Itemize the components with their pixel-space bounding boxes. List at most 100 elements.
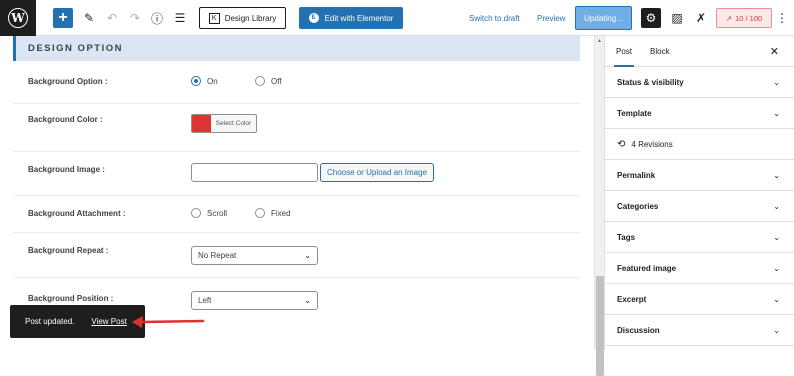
- revisions-clock-icon: ⟲: [617, 138, 626, 150]
- radio-label: Scroll: [207, 208, 228, 218]
- trend-icon: ↗: [725, 13, 733, 23]
- editor-scrollbar[interactable]: ▲: [594, 36, 604, 376]
- sidebar-tabs: Post Block ✕: [605, 36, 794, 67]
- seo-score-label: 10 / 100: [735, 13, 763, 23]
- settings-gear-icon[interactable]: ⚙: [641, 8, 661, 28]
- close-icon[interactable]: ✕: [770, 45, 779, 58]
- background-option-on-radio[interactable]: On: [191, 76, 218, 86]
- attachment-fixed-radio[interactable]: Fixed: [255, 208, 291, 218]
- panel-title: Template: [617, 108, 652, 118]
- background-repeat-label: Background Repeat :: [28, 246, 109, 255]
- wordpress-logo-icon: W: [8, 8, 28, 28]
- background-option-row: Background Option : On Off: [13, 61, 580, 104]
- wordpress-logo-button[interactable]: W: [0, 0, 36, 36]
- panel-title: Featured image: [617, 263, 677, 273]
- background-repeat-select[interactable]: No Repeat ⌄: [191, 246, 318, 265]
- view-post-link[interactable]: View Post: [91, 317, 126, 326]
- radio-label: On: [207, 76, 218, 86]
- panel-status-visibility[interactable]: Status & visibility ⌄: [605, 67, 794, 98]
- select-color-label: Select Color: [215, 120, 252, 127]
- switch-to-draft-button[interactable]: Switch to draft: [469, 8, 520, 28]
- panel-revisions[interactable]: ⟲ 4 Revisions: [605, 129, 794, 160]
- background-image-row: Background Image : Choose or Upload an I…: [13, 152, 580, 196]
- panel-title: Permalink: [617, 170, 656, 180]
- pencil-icon[interactable]: ✎: [80, 8, 98, 28]
- radio-unselected-icon: [191, 208, 201, 218]
- chevron-down-icon: ⌄: [773, 294, 780, 304]
- upload-image-button[interactable]: Choose or Upload an Image: [320, 163, 434, 182]
- info-icon[interactable]: ⓘ: [148, 8, 166, 28]
- panel-tags[interactable]: Tags ⌄: [605, 222, 794, 253]
- radio-label: Off: [271, 76, 282, 86]
- panel-title: Categories: [617, 201, 659, 211]
- radio-unselected-icon: [255, 208, 265, 218]
- settings-sidebar: Post Block ✕ Status & visibility ⌄ Templ…: [604, 36, 794, 350]
- radio-selected-icon: [191, 76, 201, 86]
- design-library-button[interactable]: K Design Library: [199, 7, 286, 29]
- rank-math-icon[interactable]: ✗: [692, 8, 710, 28]
- scrollbar-thumb[interactable]: [596, 276, 604, 376]
- editor-canvas: DESIGN OPTION Background Option : On Off…: [0, 36, 594, 350]
- select-value: Left: [198, 296, 212, 305]
- panel-discussion[interactable]: Discussion ⌄: [605, 315, 794, 346]
- chevron-down-icon: ⌄: [304, 296, 311, 305]
- preview-button[interactable]: Preview: [537, 8, 565, 28]
- chevron-down-icon: ⌄: [773, 108, 780, 118]
- page-attributes-icon[interactable]: ▨: [668, 8, 686, 28]
- snackbar-notice: Post updated. View Post: [10, 305, 145, 338]
- snackbar-message: Post updated.: [25, 317, 75, 326]
- redo-icon[interactable]: ↷: [126, 8, 144, 28]
- chevron-down-icon: ⌄: [773, 325, 780, 335]
- chevron-down-icon: ⌄: [304, 251, 311, 260]
- edit-with-elementor-label: Edit with Elementor: [324, 13, 394, 23]
- background-image-input[interactable]: [191, 163, 318, 182]
- list-view-icon[interactable]: ☰: [171, 8, 189, 28]
- background-image-label: Background Image :: [28, 165, 105, 174]
- background-color-row: Background Color : Select Color: [13, 104, 580, 152]
- background-color-label: Background Color :: [28, 115, 103, 124]
- design-library-label: Design Library: [224, 13, 277, 23]
- attachment-scroll-radio[interactable]: Scroll: [191, 208, 227, 218]
- radio-label: Fixed: [271, 208, 291, 218]
- undo-icon[interactable]: ↶: [103, 8, 121, 28]
- elementor-icon: E: [308, 13, 319, 23]
- seo-score-button[interactable]: ↗ 10 / 100: [716, 8, 772, 28]
- panel-title: Tags: [617, 232, 636, 242]
- background-option-label: Background Option :: [28, 77, 108, 86]
- scroll-up-arrow-icon[interactable]: ▲: [597, 38, 602, 44]
- edit-with-elementor-button[interactable]: E Edit with Elementor: [299, 7, 403, 29]
- add-block-button[interactable]: +: [53, 8, 73, 28]
- editor-toolbar: W + ✎ ↶ ↷ ⓘ ☰ K Design Library E Edit wi…: [0, 0, 794, 36]
- panel-title: Excerpt: [617, 294, 647, 304]
- panel-title: 4 Revisions: [631, 139, 673, 149]
- more-options-icon[interactable]: ⋮: [774, 8, 790, 28]
- chevron-down-icon: ⌄: [773, 263, 780, 273]
- background-repeat-row: Background Repeat : No Repeat ⌄: [13, 233, 580, 278]
- panel-title: Discussion: [617, 325, 660, 335]
- chevron-down-icon: ⌄: [773, 170, 780, 180]
- radio-unselected-icon: [255, 76, 265, 86]
- chevron-down-icon: ⌄: [773, 77, 780, 87]
- background-position-label: Background Position :: [28, 294, 114, 303]
- chevron-down-icon: ⌄: [773, 201, 780, 211]
- chevron-down-icon: ⌄: [773, 232, 780, 242]
- tab-block[interactable]: Block: [650, 47, 670, 56]
- update-button[interactable]: Updating...: [575, 6, 632, 30]
- background-position-select[interactable]: Left ⌄: [191, 291, 318, 310]
- tab-post[interactable]: Post: [613, 47, 635, 67]
- design-library-icon: K: [208, 12, 220, 24]
- select-color-button[interactable]: Select Color: [191, 114, 257, 133]
- background-attachment-row: Background Attachment : Scroll Fixed: [13, 196, 580, 233]
- panel-title: Status & visibility: [617, 77, 684, 87]
- panel-template[interactable]: Template ⌄: [605, 98, 794, 129]
- panel-categories[interactable]: Categories ⌄: [605, 191, 794, 222]
- panel-permalink[interactable]: Permalink ⌄: [605, 160, 794, 191]
- background-option-off-radio[interactable]: Off: [255, 76, 282, 86]
- red-arrow-annotation: [132, 316, 205, 328]
- color-swatch: [192, 115, 211, 132]
- background-attachment-label: Background Attachment :: [28, 209, 126, 218]
- select-value: No Repeat: [198, 251, 237, 260]
- panel-featured-image[interactable]: Featured image ⌄: [605, 253, 794, 284]
- section-title: DESIGN OPTION: [13, 36, 580, 61]
- panel-excerpt[interactable]: Excerpt ⌄: [605, 284, 794, 315]
